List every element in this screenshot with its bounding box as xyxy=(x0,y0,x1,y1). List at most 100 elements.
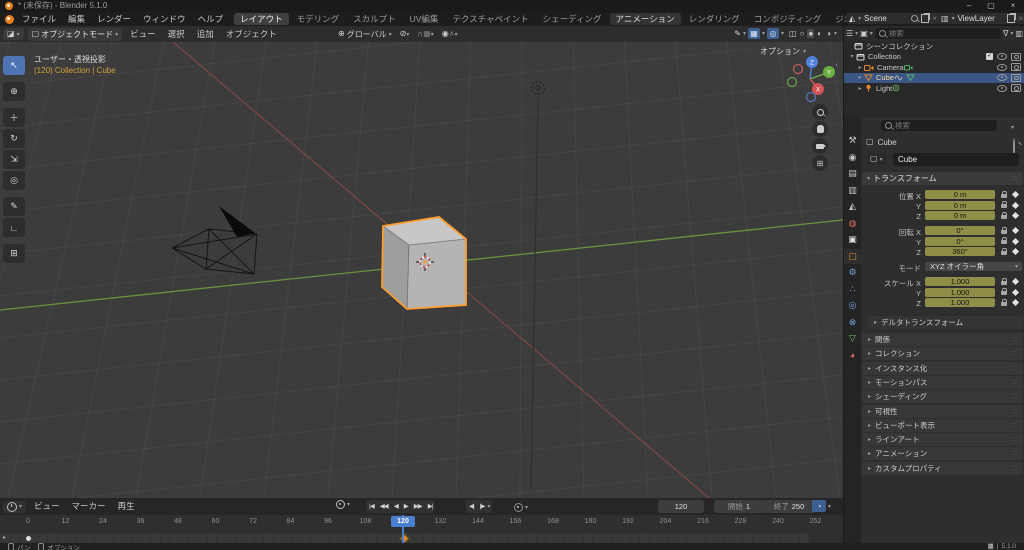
show-gizmo-toggle[interactable]: ▦ xyxy=(748,28,761,39)
panel-grip[interactable]: :: xyxy=(1012,350,1018,357)
object-name-field[interactable]: Cube xyxy=(893,153,1019,166)
properties-tab-object[interactable]: ▢ xyxy=(844,248,861,264)
new-scene-icon[interactable] xyxy=(921,12,930,23)
lock-icon[interactable] xyxy=(1001,226,1007,234)
properties-tab-tool[interactable]: ⚒ xyxy=(844,133,861,148)
timeline-ruler[interactable]: 0 12 24 36 48 60 72 84 96 108 120 132 144 156 168 180 19… xyxy=(0,515,843,533)
orientation-label[interactable]: グローバル xyxy=(347,29,387,40)
outliner-row-collection[interactable]: ▾ Collection ✓ xyxy=(844,52,1024,63)
tool-move[interactable]: ＋ xyxy=(3,108,25,127)
channel-expand-icon[interactable]: ▸ xyxy=(3,534,6,541)
playhead-frame-badge[interactable]: 120 xyxy=(391,516,415,527)
filter-funnel-icon[interactable]: ∇ xyxy=(1003,29,1008,39)
collapse-region-icon[interactable]: ‹ xyxy=(836,62,838,69)
outliner-filter-mode-icon[interactable]: ▣ xyxy=(860,29,868,39)
panel-5[interactable]: ▸ 可視性:: xyxy=(862,404,1023,418)
transport-3[interactable]: ▶ xyxy=(401,500,411,513)
show-overlays-toggle[interactable]: ◎ xyxy=(767,28,780,39)
workspace-tab-2[interactable]: スカルプト xyxy=(347,13,402,25)
menu-1[interactable]: 編集 xyxy=(62,12,91,26)
xray-toggle[interactable]: ◫ xyxy=(789,29,797,39)
lock-icon[interactable] xyxy=(1001,237,1007,244)
viewport-menu-2[interactable]: 追加 xyxy=(191,26,220,42)
panel-7[interactable]: ▸ ラインアート:: xyxy=(862,433,1023,447)
object-id-dropdown[interactable]: ▢ ▾ xyxy=(866,153,887,165)
current-frame-field[interactable]: 120 xyxy=(658,500,704,513)
pin-icon[interactable] xyxy=(911,15,919,22)
workspace-tab-3[interactable]: UV編集 xyxy=(404,13,445,25)
keyframe-diamond-icon[interactable] xyxy=(1011,211,1020,220)
keyframe-diamond-icon[interactable] xyxy=(1011,288,1020,296)
workspace-tab-8[interactable]: コンポジティング xyxy=(748,13,828,25)
properties-tab-output[interactable]: ▤ xyxy=(844,166,861,181)
snap-target-icon[interactable]: ▦ xyxy=(423,29,431,39)
outliner-search-input[interactable]: 検索 xyxy=(874,28,1002,39)
transform-field-1[interactable]: 0 m xyxy=(925,200,995,210)
unlink-scene-icon[interactable]: × xyxy=(932,14,937,23)
properties-tab-particles[interactable]: ∴ xyxy=(844,282,861,297)
delta-transform-panel[interactable]: ▸ デルタトランスフォーム xyxy=(868,316,1023,329)
panel-9[interactable]: ▸ カスタムプロパティ:: xyxy=(862,461,1023,475)
properties-search-input[interactable]: 検索 xyxy=(881,120,997,131)
hide-eye-icon[interactable] xyxy=(997,63,1007,71)
pan-hand-icon[interactable] xyxy=(812,121,828,137)
disable-render-icon[interactable] xyxy=(1011,73,1021,82)
panel-3[interactable]: ▸ モーションパス:: xyxy=(862,375,1023,389)
panel-grip[interactable]: :: xyxy=(1012,450,1018,457)
lock-icon[interactable] xyxy=(1001,201,1007,208)
workspace-tab-6[interactable]: アニメーション xyxy=(609,13,681,25)
transform-field-9[interactable]: 1.000 xyxy=(925,298,995,307)
properties-tab-render[interactable]: ◉ xyxy=(844,150,861,165)
minimize-button[interactable]: – xyxy=(958,0,980,12)
panel-grip[interactable]: :: xyxy=(1012,436,1018,443)
workspace-tab-5[interactable]: シェーディング xyxy=(537,13,608,25)
timeline-menu-0[interactable]: ビュー xyxy=(28,498,66,515)
transport-1[interactable]: ◀◀ xyxy=(377,500,391,513)
keyframe-diamond-icon[interactable] xyxy=(1011,226,1020,235)
new-view-layer-icon[interactable] xyxy=(1007,12,1016,23)
timeline-track[interactable]: ▸ xyxy=(0,533,843,544)
lock-icon[interactable] xyxy=(1001,190,1007,198)
panel-6[interactable]: ▸ ビューポート表示:: xyxy=(862,418,1023,432)
menu-0[interactable]: ファイル xyxy=(16,12,62,26)
keyframe-marker[interactable] xyxy=(25,535,31,541)
magnet-icon[interactable]: ∪ xyxy=(417,29,423,39)
expand-icon[interactable]: ▾ xyxy=(848,53,856,60)
timeline-editor-selector[interactable]: ▾ xyxy=(3,500,27,513)
transform-field-4[interactable]: 0° xyxy=(925,236,995,246)
perspective-toggle-icon[interactable]: ⊞ xyxy=(812,155,828,171)
light-object[interactable] xyxy=(530,80,546,96)
keyframe-diamond-icon[interactable] xyxy=(1011,237,1020,245)
panel-grip[interactable]: :: xyxy=(1012,408,1018,415)
panel-grip[interactable]: :: xyxy=(1012,336,1018,343)
tool-cursor[interactable]: ⊕ xyxy=(3,82,25,101)
properties-options-icon[interactable]: ▾ xyxy=(1011,124,1014,131)
shading-material-icon[interactable]: ◐ xyxy=(816,29,823,38)
frame-step-0[interactable]: ◀| xyxy=(466,500,477,513)
disable-render-icon[interactable] xyxy=(1011,63,1021,72)
expand-icon[interactable]: ▸ xyxy=(856,64,864,71)
frame-end-field[interactable]: 終了 250 xyxy=(762,500,816,513)
workspace-tab-1[interactable]: モデリング xyxy=(291,13,346,25)
tool-select-box[interactable]: ↖ xyxy=(3,56,25,75)
remove-view-layer-icon[interactable]: × xyxy=(1018,14,1023,23)
keyframe-diamond-icon[interactable] xyxy=(1011,201,1020,209)
keying-set-button[interactable]: ▾ xyxy=(514,503,528,512)
panel-grip[interactable]: :: xyxy=(1012,365,1018,372)
view-layer-selector[interactable]: ▥ ▾ ViewLayer × xyxy=(938,12,1024,24)
frame-start-field[interactable]: 開始 1 xyxy=(714,500,764,513)
camera-view-icon[interactable] xyxy=(812,138,828,154)
keyframe-diamond-icon[interactable] xyxy=(1011,247,1020,256)
editor-type-selector[interactable]: ◪ ▾ xyxy=(3,28,24,40)
lock-icon[interactable] xyxy=(1001,277,1007,285)
transport-5[interactable]: ▶| xyxy=(425,500,436,513)
properties-tab-material[interactable]: ◕ xyxy=(844,348,861,363)
scene-selector[interactable]: ◭ ▾ Scene × xyxy=(846,12,940,24)
shading-wireframe-icon[interactable]: ○ xyxy=(799,29,806,38)
properties-tab-data[interactable]: ▽ xyxy=(844,331,861,346)
proportional-edit-icon[interactable]: ◉ xyxy=(442,29,449,39)
panel-grip[interactable]: :: xyxy=(1012,422,1018,429)
mode-dropdown[interactable]: ▢ オブジェクトモード ▾ xyxy=(27,27,123,41)
panel-grip[interactable]: :: xyxy=(1012,379,1018,386)
sync-mode-button[interactable]: ◔ ▾ xyxy=(812,500,831,512)
